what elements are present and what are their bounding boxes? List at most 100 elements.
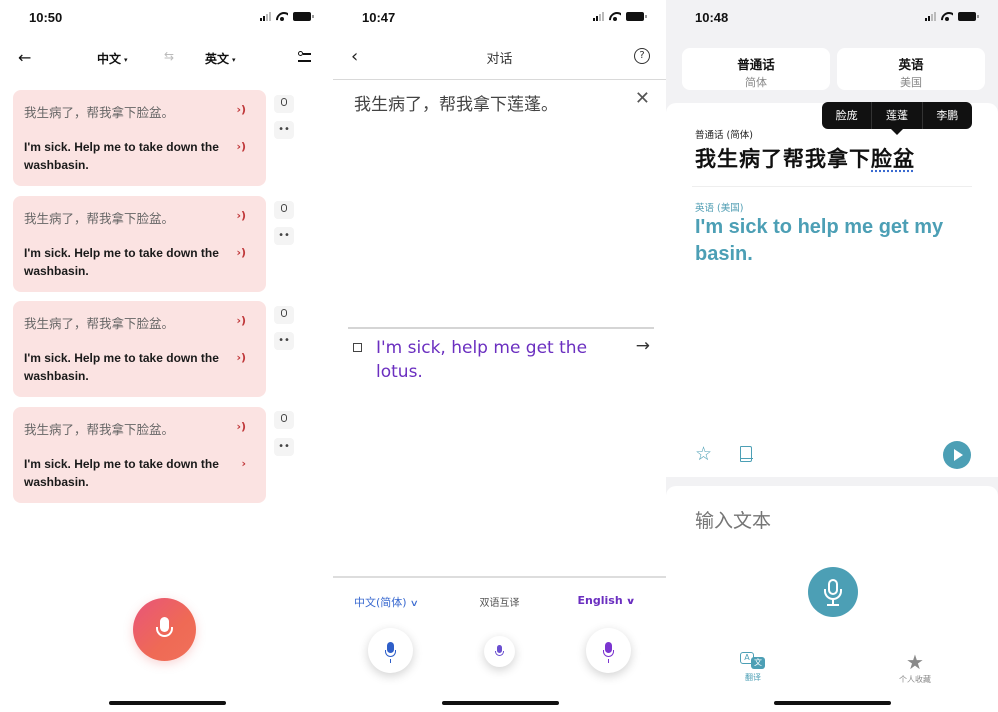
tab-label: 翻译 <box>745 673 761 682</box>
speaker-icon[interactable]: › <box>241 457 246 470</box>
phone-screen-2: 10:47 ‹ 对话 ? 我生病了，帮我拿下莲蓬。 ✕ I'm sick, he… <box>333 0 666 712</box>
more-button[interactable]: •• <box>274 227 294 245</box>
tab-favorites[interactable]: ★ 个人收藏 <box>885 652 945 685</box>
divider <box>333 576 666 578</box>
nav-bar: ‹ 对话 ? <box>333 44 666 80</box>
arrow-right-icon[interactable]: → <box>636 336 650 356</box>
suggestion-item[interactable]: 莲蓬 <box>872 102 923 129</box>
signal-icon <box>593 12 604 21</box>
source-text: 我生病了，帮我拿下莲蓬。 <box>354 95 558 115</box>
play-audio-button[interactable] <box>943 441 971 469</box>
signal-icon <box>260 12 271 21</box>
chinese-text: 我生病了，帮我拿下脸盆。 <box>24 316 175 331</box>
speaker-icon[interactable]: ›) <box>236 246 246 259</box>
swap-languages-icon[interactable]: ⇆ <box>164 49 174 63</box>
tab-translate[interactable]: A文 翻译 <box>723 652 783 683</box>
word-suggestion-popup: 脸庞 莲蓬 李鹏 <box>822 102 972 135</box>
status-bar: 10:48 <box>666 0 998 36</box>
source-language-button[interactable]: 普通话 简体 <box>682 48 830 90</box>
home-indicator <box>108 701 226 705</box>
conversation-card: 我生病了，帮我拿下脸盆。 ›) I'm sick. Help me to tak… <box>13 196 266 292</box>
settings-icon[interactable] <box>298 51 311 63</box>
mic-side-button[interactable] <box>274 201 294 219</box>
speaker-icon[interactable]: ›) <box>236 103 246 116</box>
source-language-title: 普通话 <box>737 57 775 72</box>
wifi-icon <box>941 12 953 21</box>
status-time: 10:47 <box>362 10 396 25</box>
phone-screen-3: 10:48 普通话 简体 英语 美国 普通话 (简体) 我生病了帮我拿下脸盆 脸… <box>666 0 998 712</box>
wifi-icon <box>276 12 288 21</box>
home-indicator <box>441 701 559 705</box>
target-language-button[interactable]: 英语 美国 <box>837 48 985 90</box>
dictionary-book-icon[interactable] <box>739 446 753 462</box>
translate-icon: A文 <box>740 652 766 670</box>
close-icon[interactable]: ✕ <box>635 88 650 109</box>
target-mic-button[interactable] <box>586 628 631 673</box>
source-text: 我生病了帮我拿下脸盆 <box>695 143 915 173</box>
target-language-sub: 美国 <box>900 76 922 89</box>
mic-side-button[interactable] <box>274 411 294 429</box>
target-language-title: 英语 <box>898 57 924 72</box>
target-language-label: 英文 <box>205 52 230 66</box>
more-button[interactable]: •• <box>274 121 294 139</box>
conversation-card: 我生病了，帮我拿下脸盆。 ›) I'm sick. Help me to tak… <box>13 90 266 186</box>
highlighted-word[interactable]: 脸盆 <box>871 147 915 171</box>
favorite-star-icon[interactable]: ☆ <box>695 443 712 465</box>
target-language-select[interactable]: 英文 ▾ <box>205 50 236 67</box>
target-language-select[interactable]: English ∨ <box>578 594 636 607</box>
text-input[interactable] <box>695 510 965 532</box>
speaker-icon[interactable]: ›) <box>236 140 246 153</box>
english-text: I'm sick. Help me to take down the washb… <box>24 140 219 172</box>
speaker-icon[interactable]: ›) <box>236 351 246 364</box>
mic-icon <box>281 98 287 106</box>
mic-side-button[interactable] <box>274 95 294 113</box>
status-time: 10:50 <box>29 10 63 25</box>
auto-mic-button[interactable] <box>484 636 515 667</box>
battery-icon <box>958 12 979 21</box>
english-text: I'm sick. Help me to take down the washb… <box>24 457 219 489</box>
conversation-card: 我生病了，帮我拿下脸盆。 ›) I'm sick. Help me to tak… <box>13 407 266 503</box>
divider <box>692 186 972 187</box>
caret-down-icon: ▾ <box>124 55 128 64</box>
help-icon[interactable]: ? <box>634 48 650 64</box>
star-icon: ★ <box>906 650 924 674</box>
mic-icon <box>281 204 287 212</box>
chinese-text: 我生病了，帮我拿下脸盆。 <box>24 422 175 437</box>
status-time: 10:48 <box>695 10 729 25</box>
source-text-main: 我生病了帮我拿下 <box>695 147 871 171</box>
status-bar: 10:50 <box>0 0 333 36</box>
source-language-sub: 简体 <box>745 76 767 89</box>
more-button[interactable]: •• <box>274 332 294 350</box>
chinese-text: 我生病了，帮我拿下脸盆。 <box>24 211 175 226</box>
english-text: I'm sick. Help me to take down the washb… <box>24 351 219 383</box>
mic-button[interactable] <box>808 567 858 617</box>
suggestion-item[interactable]: 脸庞 <box>822 102 873 129</box>
speaker-icon[interactable]: ›) <box>236 314 246 327</box>
chinese-text: 我生病了，帮我拿下脸盆。 <box>24 105 175 120</box>
chevron-down-icon: ∨ <box>625 597 636 607</box>
wifi-icon <box>609 12 621 21</box>
battery-icon <box>293 12 314 21</box>
english-text: I'm sick. Help me to take down the washb… <box>24 246 219 278</box>
home-indicator <box>774 701 891 705</box>
source-mic-button[interactable] <box>368 628 413 673</box>
status-bar: 10:47 <box>333 0 666 36</box>
more-button[interactable]: •• <box>274 438 294 456</box>
conversation-card: 我生病了，帮我拿下脸盆。 ›) I'm sick. Help me to tak… <box>13 301 266 397</box>
mic-icon <box>281 309 287 317</box>
suggestion-item[interactable]: 李鹏 <box>923 102 972 129</box>
phone-screen-1: 10:50 ← 中文 ▾ ⇆ 英文 ▾ 我生病了，帮我拿下脸盆。 ›) I'm si… <box>0 0 333 712</box>
mic-side-button[interactable] <box>274 306 294 324</box>
speaker-icon[interactable]: ›) <box>236 420 246 433</box>
back-arrow-icon[interactable]: ← <box>18 48 31 67</box>
translated-text: I'm sick to help me get my basin. <box>695 216 944 265</box>
mic-icon <box>281 414 287 422</box>
translated-text: I'm sick, help me get the lotus. <box>376 338 588 382</box>
tab-label: 个人收藏 <box>899 675 931 684</box>
signal-icon <box>925 12 936 21</box>
source-language-select[interactable]: 中文 ▾ <box>97 50 128 67</box>
record-mic-button[interactable] <box>133 598 196 661</box>
caret-down-icon: ▾ <box>232 55 236 64</box>
checkbox-icon[interactable] <box>353 343 362 352</box>
speaker-icon[interactable]: ›) <box>236 209 246 222</box>
